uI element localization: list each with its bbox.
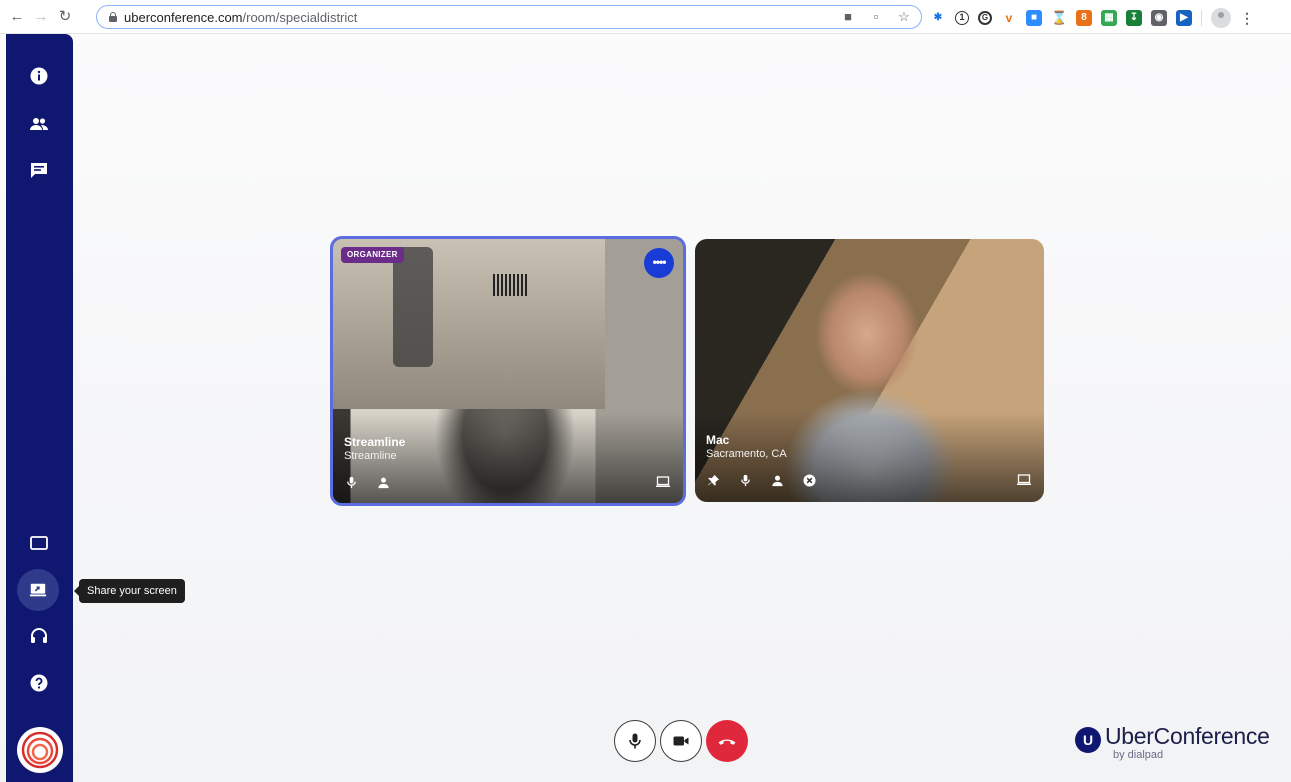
lock-icon <box>109 12 117 22</box>
person-icon[interactable] <box>770 473 784 487</box>
uberconference-ring-icon <box>21 731 59 769</box>
screen-icon[interactable] <box>656 476 670 488</box>
bookmark-star-icon[interactable]: ☆ <box>897 10 911 24</box>
cast-icon[interactable]: ▫ <box>869 10 883 24</box>
robot-artwork <box>393 247 433 367</box>
logo-wordmark: UberConference <box>1105 723 1270 749</box>
back-icon[interactable]: ← <box>8 8 26 26</box>
toolbar-divider <box>1201 10 1202 26</box>
end-call-button[interactable] <box>706 720 748 762</box>
info-icon[interactable] <box>27 64 51 88</box>
profile-avatar-icon[interactable] <box>1211 8 1231 28</box>
download-extension-icon[interactable]: ↧ <box>1126 10 1142 26</box>
address-bar[interactable]: uberconference.com/room/specialdistrict … <box>96 5 922 29</box>
share-screen-button[interactable] <box>17 569 59 611</box>
screen-icon[interactable] <box>1017 474 1031 486</box>
logo-mark: U <box>1075 727 1101 753</box>
phone-hangup-icon <box>718 739 736 745</box>
person-icon[interactable] <box>376 475 390 489</box>
participant-subtitle: Streamline <box>344 450 397 462</box>
participant-name: Streamline <box>344 435 406 449</box>
remove-participant-icon[interactable] <box>802 473 816 487</box>
zoom-extension-icon[interactable]: ■ <box>1026 10 1042 26</box>
url-text[interactable]: uberconference.com/room/specialdistrict <box>124 10 357 25</box>
participant-tile-organizer[interactable]: ORGANIZER •••• Streamline Streamline <box>330 236 686 506</box>
logo-byline: by dialpad <box>1113 749 1164 761</box>
participant-tile-mac[interactable]: Mac Sacramento, CA <box>695 239 1044 502</box>
share-screen-icon <box>29 583 47 597</box>
pin-icon[interactable] <box>706 473 720 487</box>
hourglass-extension-icon[interactable]: ⌛ <box>1051 10 1067 26</box>
screen-outline-icon[interactable] <box>27 531 51 555</box>
reload-icon[interactable]: ↻ <box>56 8 74 26</box>
password-extension-icon[interactable]: 1 <box>955 11 969 25</box>
headset-icon[interactable] <box>27 624 51 648</box>
browser-toolbar: ← → ↻ uberconference.com/room/specialdis… <box>0 0 1291 34</box>
forward-icon[interactable]: → <box>32 8 50 26</box>
url-host: uberconference.com <box>124 10 243 25</box>
url-path: /room/specialdistrict <box>242 10 358 25</box>
pin-extension-icon[interactable]: ◉ <box>1151 10 1167 26</box>
microphone-icon <box>629 733 641 749</box>
mic-icon[interactable] <box>344 475 358 489</box>
chat-icon[interactable] <box>27 158 51 182</box>
more-options-button[interactable]: •••• <box>644 248 674 278</box>
sidebar <box>6 34 73 782</box>
user-avatar[interactable] <box>17 727 63 773</box>
mute-button[interactable] <box>614 720 656 762</box>
camera-button[interactable] <box>660 720 702 762</box>
participant-location: Sacramento, CA <box>706 448 787 460</box>
uberconference-logo: U UberConference by dialpad <box>1075 723 1285 765</box>
bug-extension-icon[interactable]: ✱ <box>930 10 946 26</box>
camera-permission-icon[interactable]: ■ <box>841 10 855 24</box>
grammarly-extension-icon[interactable]: G <box>978 11 992 25</box>
organizer-badge: ORGANIZER <box>341 247 404 263</box>
browser-menu-icon[interactable]: ⋮ <box>1240 10 1254 27</box>
green-extension-icon[interactable]: ▦ <box>1101 10 1117 26</box>
people-icon[interactable] <box>27 112 51 136</box>
mic-icon[interactable] <box>738 473 752 487</box>
participant-name: Mac <box>706 433 730 447</box>
share-screen-tooltip: Share your screen <box>74 579 185 603</box>
notification-extension-icon[interactable]: 8 <box>1076 10 1092 26</box>
help-icon[interactable] <box>27 671 51 695</box>
video-background-painting <box>333 239 605 409</box>
play-extension-icon[interactable]: ▶ <box>1176 10 1192 26</box>
v-extension-icon[interactable]: v <box>1001 10 1017 26</box>
conference-room: Share your screen ORGANIZER •••• Streaml… <box>0 34 1291 782</box>
barcode-artwork <box>493 274 529 296</box>
camera-icon <box>673 736 689 746</box>
